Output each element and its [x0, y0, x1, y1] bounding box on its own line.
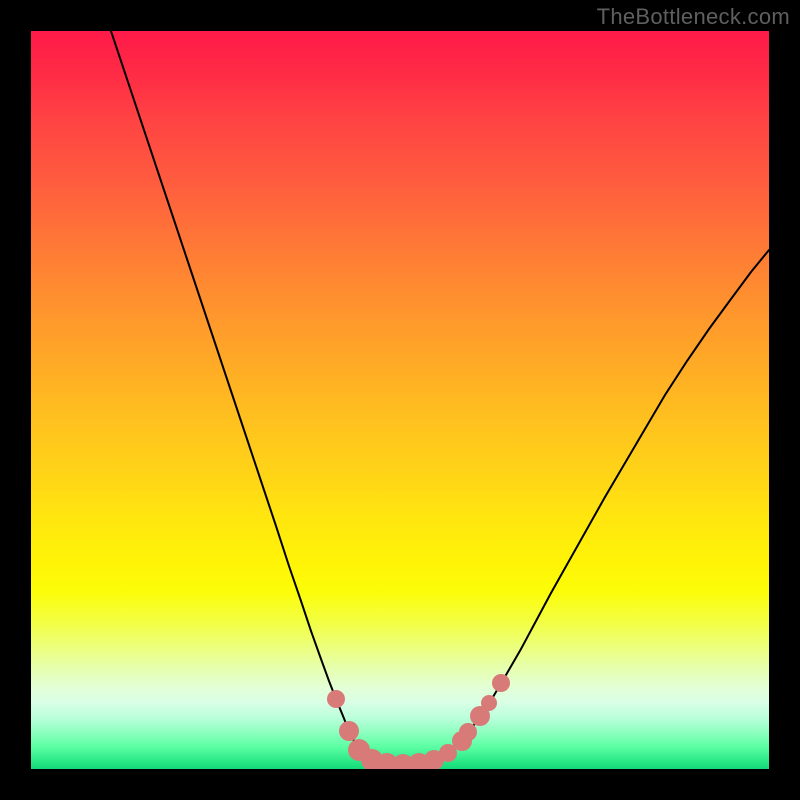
plot-area [31, 31, 769, 769]
curve-line [111, 31, 769, 765]
dot-marker [492, 674, 510, 692]
dot-marker [481, 695, 497, 711]
curve-dots [327, 674, 510, 769]
dot-marker [327, 690, 345, 708]
chart-svg [31, 31, 769, 769]
watermark-text: TheBottleneck.com [597, 4, 790, 30]
chart-frame: TheBottleneck.com [0, 0, 800, 800]
dot-marker [459, 723, 477, 741]
dot-marker [339, 721, 359, 741]
